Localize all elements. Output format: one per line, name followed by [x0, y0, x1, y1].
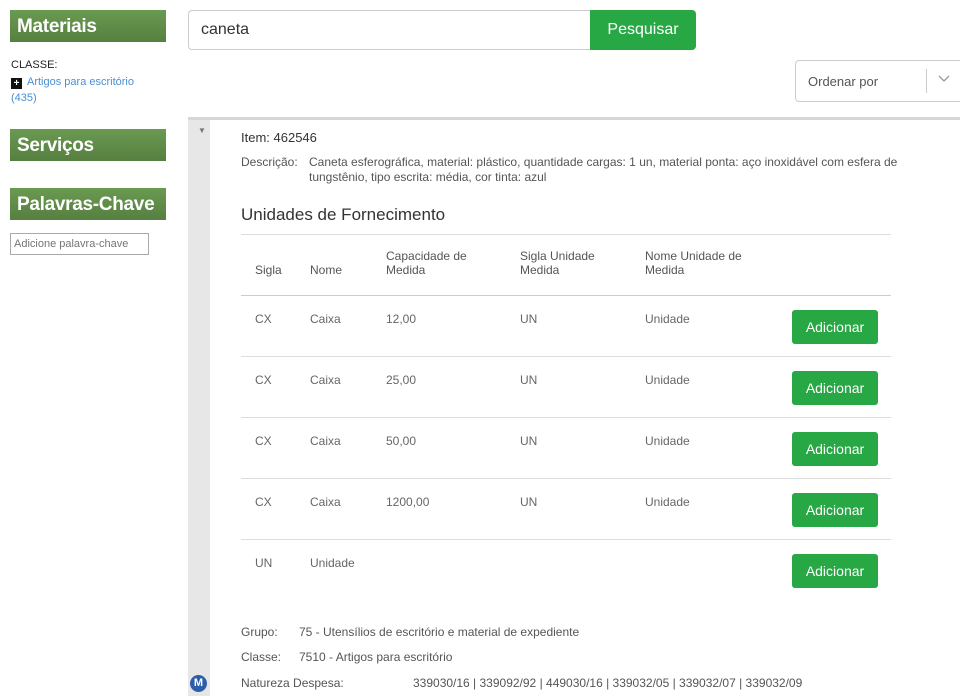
cell-nome-unidade: Unidade	[645, 495, 690, 509]
col-sigla: Sigla	[255, 263, 282, 277]
description-text: Caneta esferográfica, material: plástico…	[309, 155, 898, 184]
col-capacidade: Capacidade de Medida	[386, 249, 467, 277]
chevron-down-icon[interactable]	[938, 71, 950, 87]
table-row: UN Unidade Adicionar	[241, 540, 891, 600]
materiais-header: Materiais	[10, 10, 166, 42]
cell-capacidade: 1200,00	[386, 495, 430, 509]
table-header: Sigla Nome Capacidade de Medida Sigla Un…	[241, 234, 891, 296]
add-button[interactable]: Adicionar	[792, 554, 878, 588]
col-nome: Nome	[310, 263, 343, 277]
palavras-chave-header: Palavras-Chave	[10, 188, 166, 220]
natureza-value: 339030/16 | 339092/92 | 449030/16 | 3390…	[413, 676, 803, 690]
item-title: Item: 462546	[241, 130, 317, 145]
select-divider	[926, 69, 927, 93]
table-row: CX Caixa 50,00 UN Unidade Adicionar	[241, 418, 891, 479]
classe-meta-value: 7510 - Artigos para escritório	[299, 650, 453, 664]
cell-sigla: CX	[255, 373, 272, 387]
m-badge-icon[interactable]: M	[190, 675, 207, 692]
cell-capacidade: 25,00	[386, 373, 417, 387]
servicos-header[interactable]: Serviços	[10, 129, 166, 161]
classe-count: (435)	[11, 92, 37, 104]
cell-sigla-unidade: UN	[520, 312, 538, 326]
result-divider	[188, 117, 960, 120]
cell-nome-unidade: Unidade	[645, 434, 690, 448]
result-gutter	[188, 120, 210, 696]
search-button[interactable]: Pesquisar	[590, 10, 696, 50]
cell-capacidade: 12,00	[386, 312, 417, 326]
classe-meta-label: Classe:	[241, 650, 282, 664]
col-nome-unidade: Nome Unidade de Medida	[645, 249, 742, 277]
cell-capacidade: 50,00	[386, 434, 417, 448]
classe-filter-link[interactable]: + Artigos para escritório (435)	[11, 74, 171, 106]
cell-sigla-unidade: UN	[520, 495, 538, 509]
collapse-arrow-icon[interactable]: ▼	[198, 126, 206, 135]
add-button[interactable]: Adicionar	[792, 432, 878, 466]
cell-sigla-unidade: UN	[520, 373, 538, 387]
description-label: Descrição:	[241, 155, 298, 169]
cell-sigla-unidade: UN	[520, 434, 538, 448]
cell-nome: Caixa	[310, 373, 341, 387]
order-label: Ordenar por	[808, 74, 879, 89]
classe-link-text[interactable]: Artigos para escritório	[27, 76, 134, 88]
natureza-label: Natureza Despesa:	[241, 676, 344, 690]
search-input[interactable]	[188, 10, 591, 50]
cell-nome: Unidade	[310, 556, 355, 570]
add-button[interactable]: Adicionar	[792, 310, 878, 344]
cell-nome-unidade: Unidade	[645, 373, 690, 387]
supply-units-table: Sigla Nome Capacidade de Medida Sigla Un…	[241, 234, 891, 600]
keyword-input[interactable]	[10, 233, 149, 255]
add-button[interactable]: Adicionar	[792, 371, 878, 405]
cell-nome: Caixa	[310, 495, 341, 509]
classe-label: CLASSE:	[11, 59, 58, 71]
cell-sigla: CX	[255, 434, 272, 448]
add-button[interactable]: Adicionar	[792, 493, 878, 527]
col-sigla-unidade: Sigla Unidade Medida	[520, 249, 595, 277]
table-row: CX Caixa 25,00 UN Unidade Adicionar	[241, 357, 891, 418]
cell-nome: Caixa	[310, 312, 341, 326]
cell-nome: Caixa	[310, 434, 341, 448]
table-row: CX Caixa 12,00 UN Unidade Adicionar	[241, 296, 891, 357]
section-title: Unidades de Fornecimento	[241, 205, 446, 224]
grupo-label: Grupo:	[241, 625, 278, 639]
expand-plus-icon[interactable]: +	[11, 78, 22, 89]
order-select[interactable]: Ordenar por	[795, 60, 960, 102]
cell-nome-unidade: Unidade	[645, 312, 690, 326]
grupo-value: 75 - Utensílios de escritório e material…	[299, 625, 580, 639]
table-row: CX Caixa 1200,00 UN Unidade Adicionar	[241, 479, 891, 540]
cell-sigla: CX	[255, 495, 272, 509]
cell-sigla: UN	[255, 556, 273, 570]
cell-sigla: CX	[255, 312, 272, 326]
